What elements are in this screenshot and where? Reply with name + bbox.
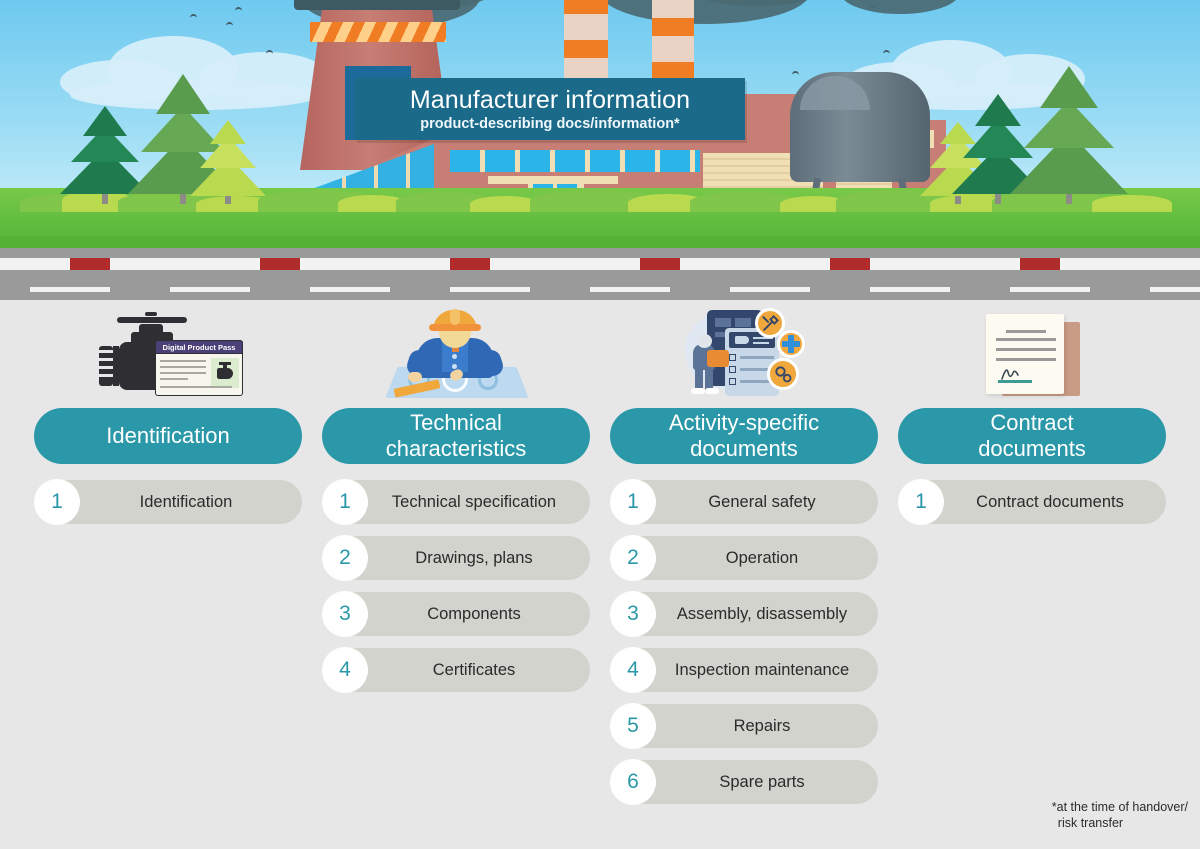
list-item[interactable]: 3 Assembly, disassembly [610, 591, 878, 637]
footnote-line-2: risk transfer [1057, 816, 1124, 830]
item-number: 1 [898, 479, 944, 525]
column-header-activity-specific-documents[interactable]: Activity-specific documents [610, 408, 878, 464]
bird-icon [266, 50, 273, 54]
item-number: 4 [610, 647, 656, 693]
hazard-stripe-band [310, 22, 446, 42]
gears-icon [775, 366, 792, 383]
hero-title-banner: Manufacturer information product-describ… [355, 78, 745, 140]
item-number: 3 [610, 591, 656, 637]
item-number: 1 [34, 479, 80, 525]
infographic-page: Manufacturer information product-describ… [0, 0, 1200, 849]
factory-window-row-lower [450, 150, 712, 172]
column-header-label: Technical characteristics [386, 410, 527, 462]
list-item[interactable]: 4 Inspection maintenance [610, 647, 878, 693]
header-line-1: Technical [410, 410, 502, 435]
item-number: 6 [610, 759, 656, 805]
icon-activity-specific-documents [610, 300, 878, 408]
list-item[interactable]: 2 Drawings, plans [322, 535, 590, 581]
factory-scene-illustration: Manufacturer information product-describ… [0, 0, 1200, 300]
column-header-technical-characteristics[interactable]: Technical characteristics [322, 408, 590, 464]
hero-subtitle: product-describing docs/information* [420, 115, 680, 132]
item-number: 2 [610, 535, 656, 581]
icon-identification: Digital Product Pass [34, 300, 302, 408]
bird-icon [235, 7, 242, 11]
items-contract-documents: 1 Contract documents [898, 479, 1166, 525]
pine-tree [1010, 64, 1128, 204]
item-number: 1 [322, 479, 368, 525]
signed-contract-icon [972, 310, 1092, 402]
bird-icon [226, 22, 233, 26]
bird-icon [792, 71, 799, 75]
list-item[interactable]: 2 Operation [610, 535, 878, 581]
road-curb [0, 258, 1200, 270]
list-item[interactable]: 1 Contract documents [898, 479, 1166, 525]
footnote: *at the time of handover/ risk transfer [1052, 799, 1188, 831]
icon-technical-characteristics [322, 300, 590, 408]
header-line-2: documents [978, 436, 1086, 461]
bird-icon [190, 14, 197, 18]
list-item[interactable]: 1 Identification [34, 479, 302, 525]
icon-contract-documents [898, 300, 1166, 408]
list-item[interactable]: 4 Certificates [322, 647, 590, 693]
item-number: 5 [610, 703, 656, 749]
column-header-label: Contract documents [978, 410, 1086, 462]
item-number: 1 [610, 479, 656, 525]
list-item[interactable]: 6 Spare parts [610, 759, 878, 805]
header-line-2: characteristics [385, 436, 527, 461]
clipboard-checklist-icon [679, 306, 809, 402]
column-contract-documents: Contract documents 1 Contract documents [898, 300, 1166, 536]
grass-shadow-strip [0, 236, 1200, 248]
list-item[interactable]: 5 Repairs [610, 703, 878, 749]
item-number: 4 [322, 647, 368, 693]
engineer-blueprint-icon [385, 309, 529, 402]
items-activity-specific-documents: 1 General safety 2 Operation 3 Assembly,… [610, 479, 878, 805]
list-item[interactable]: 3 Components [322, 591, 590, 637]
list-item[interactable]: 1 Technical specification [322, 479, 590, 525]
column-technical-characteristics: Technical characteristics 1 Technical sp… [322, 300, 590, 704]
valve-digital-product-pass-icon: Digital Product Pass [93, 312, 243, 402]
cooling-tower-top [294, 0, 460, 10]
item-number: 3 [322, 591, 368, 637]
column-header-identification[interactable]: Identification [34, 408, 302, 464]
footnote-line-1: *at the time of handover/ [1051, 800, 1188, 814]
items-technical-characteristics: 1 Technical specification 2 Drawings, pl… [322, 479, 590, 693]
header-line-1: Contract [990, 410, 1074, 435]
hero-title: Manufacturer information [409, 85, 691, 114]
column-header-contract-documents[interactable]: Contract documents [898, 408, 1166, 464]
header-line-1: Activity-specific [668, 410, 820, 435]
tools-icon [762, 315, 779, 331]
column-header-label: Identification [106, 423, 230, 448]
column-header-label: Activity-specific documents [669, 410, 819, 462]
items-identification: 1 Identification [34, 479, 302, 525]
column-activity-specific-documents: Activity-specific documents 1 General sa… [610, 300, 878, 816]
list-item[interactable]: 1 General safety [610, 479, 878, 525]
digital-product-pass-label: Digital Product Pass [162, 343, 236, 352]
bird-icon [883, 50, 890, 54]
item-number: 2 [322, 535, 368, 581]
column-identification: Digital Product Pass Identification 1 Id… [34, 300, 302, 536]
pine-tree [190, 120, 266, 204]
header-line-2: documents [690, 436, 798, 461]
category-columns: Digital Product Pass Identification 1 Id… [0, 300, 1200, 849]
road [0, 248, 1200, 300]
